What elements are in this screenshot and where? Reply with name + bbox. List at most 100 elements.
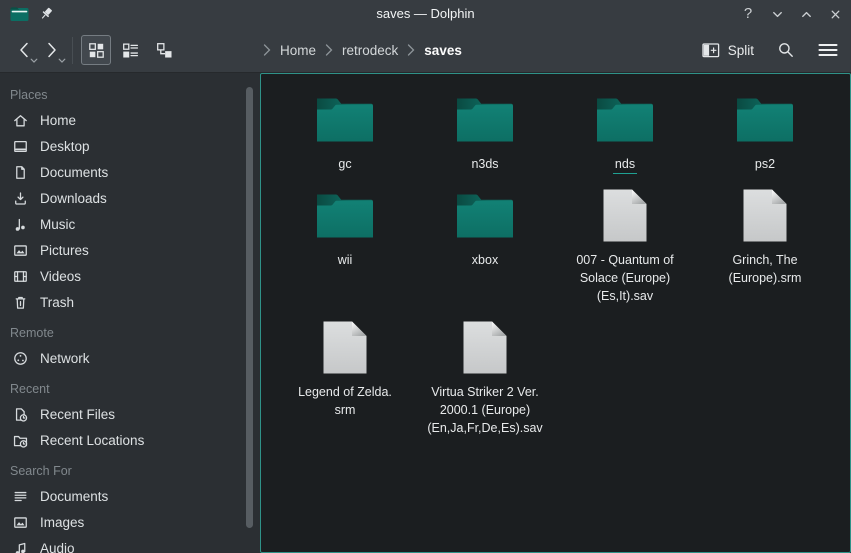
- main-toolbar: Home retrodeck saves Split: [0, 28, 851, 73]
- close-button[interactable]: [827, 6, 843, 22]
- folder-item-wii[interactable]: wii: [275, 183, 415, 305]
- toolbar-separator: [72, 37, 73, 64]
- folder-item-xbox[interactable]: xbox: [415, 183, 555, 305]
- section-header-places: Places: [0, 81, 260, 107]
- places-panel: Places Home Desktop Documents Downloads …: [0, 73, 260, 553]
- folder-view[interactable]: gc n3ds nds ps2 wii xbox: [260, 73, 851, 553]
- file-item-virtua-striker-2[interactable]: Virtua Striker 2 Ver. 2000.1 (Europe) (E…: [415, 315, 555, 437]
- file-item-007-quantum-of-solace[interactable]: 007 - Quantum of Solace (Europe) (Es,It)…: [555, 183, 695, 305]
- tree-view-icon: [156, 42, 173, 59]
- sidebar-item-home[interactable]: Home: [0, 107, 260, 133]
- download-icon: [12, 190, 29, 207]
- music-icon: [12, 540, 29, 553]
- menu-button[interactable]: [818, 42, 838, 58]
- item-label: Grinch, The (Europe).srm: [729, 251, 802, 287]
- sidebar-item-recent-locations[interactable]: Recent Locations: [0, 427, 260, 453]
- sidebar-item-pictures[interactable]: Pictures: [0, 237, 260, 263]
- forward-button[interactable]: [38, 34, 66, 66]
- sidebar-item-recent-files[interactable]: Recent Files: [0, 401, 260, 427]
- item-label: wii: [338, 251, 353, 269]
- breadcrumb-current-saves[interactable]: saves: [424, 43, 462, 58]
- chevron-right-icon: [263, 44, 271, 56]
- sidebar-item-label: Music: [40, 217, 75, 232]
- chevron-right-icon: [407, 44, 415, 56]
- details-view-button[interactable]: [115, 35, 145, 65]
- sidebar-item-label: Home: [40, 113, 76, 128]
- folder-item-n3ds[interactable]: n3ds: [415, 87, 555, 173]
- icons-view-button[interactable]: [81, 35, 111, 65]
- sidebar-item-label: Videos: [40, 269, 81, 284]
- trash-icon: [12, 294, 29, 311]
- chevron-up-icon: [799, 7, 814, 22]
- app-icon: [10, 6, 29, 22]
- folder-icon: [316, 192, 374, 238]
- video-icon: [12, 268, 29, 285]
- maximize-button[interactable]: [798, 6, 814, 22]
- icons-view-icon: [88, 42, 105, 59]
- help-button[interactable]: ?: [740, 6, 756, 22]
- music-icon: [12, 216, 29, 233]
- sidebar-item-label: Desktop: [40, 139, 90, 154]
- sidebar-item-label: Audio: [40, 541, 75, 553]
- breadcrumb-retrodeck[interactable]: retrodeck: [342, 43, 398, 58]
- sidebar-item-label: Downloads: [40, 191, 107, 206]
- file-icon: [602, 188, 648, 243]
- item-label: gc: [338, 155, 351, 173]
- file-icon: [322, 320, 368, 375]
- item-label: xbox: [472, 251, 498, 269]
- section-header-remote: Remote: [0, 319, 260, 345]
- sidebar-item-label: Recent Files: [40, 407, 115, 422]
- details-view-icon: [122, 42, 139, 59]
- sidebar-item-videos[interactable]: Videos: [0, 263, 260, 289]
- sidebar-item-label: Images: [40, 515, 84, 530]
- folder-item-gc[interactable]: gc: [275, 87, 415, 173]
- file-icon: [742, 188, 788, 243]
- folder-icon: [596, 96, 654, 142]
- close-icon: [828, 7, 843, 22]
- sidebar-item-documents[interactable]: Documents: [0, 159, 260, 185]
- window-title: saves — Dolphin: [0, 0, 851, 28]
- chevron-down-icon: [770, 7, 785, 22]
- minimize-button[interactable]: [769, 6, 785, 22]
- search-button[interactable]: [777, 41, 795, 59]
- item-label: nds: [613, 155, 637, 173]
- sidebar-item-label: Recent Locations: [40, 433, 144, 448]
- network-icon: [12, 350, 29, 367]
- pin-icon[interactable]: [38, 6, 54, 22]
- back-button[interactable]: [10, 34, 38, 66]
- sidebar-item-search-documents[interactable]: Documents: [0, 483, 260, 509]
- file-icon: [462, 320, 508, 375]
- item-label: Virtua Striker 2 Ver. 2000.1 (Europe) (E…: [427, 383, 542, 437]
- folder-item-ps2[interactable]: ps2: [695, 87, 835, 173]
- sidebar-item-trash[interactable]: Trash: [0, 289, 260, 315]
- breadcrumb-home[interactable]: Home: [280, 43, 316, 58]
- tree-view-button[interactable]: [149, 35, 179, 65]
- item-label: Legend of Zelda. srm: [298, 383, 392, 419]
- sidebar-item-label: Documents: [40, 489, 108, 504]
- sidebar-scrollbar[interactable]: [246, 87, 253, 528]
- dolphin-window: saves — Dolphin ?: [0, 0, 851, 553]
- home-icon: [12, 112, 29, 129]
- split-button-label: Split: [728, 43, 754, 58]
- split-button[interactable]: Split: [702, 43, 754, 58]
- file-item-grinch-the-europe[interactable]: Grinch, The (Europe).srm: [695, 183, 835, 305]
- sidebar-item-search-audio[interactable]: Audio: [0, 535, 260, 553]
- split-view-icon: [702, 43, 720, 58]
- image-icon: [12, 514, 29, 531]
- file-item-legend-of-zelda[interactable]: Legend of Zelda. srm: [275, 315, 415, 437]
- search-icon: [777, 41, 795, 59]
- sidebar-item-network[interactable]: Network: [0, 345, 260, 371]
- sidebar-item-desktop[interactable]: Desktop: [0, 133, 260, 159]
- hamburger-menu-icon: [818, 42, 838, 58]
- recent-folder-icon: [12, 432, 29, 449]
- chevron-right-icon: [325, 44, 333, 56]
- sidebar-item-label: Trash: [40, 295, 74, 310]
- sidebar-item-downloads[interactable]: Downloads: [0, 185, 260, 211]
- breadcrumb: Home retrodeck saves: [263, 28, 462, 72]
- sidebar-item-search-images[interactable]: Images: [0, 509, 260, 535]
- sidebar-item-music[interactable]: Music: [0, 211, 260, 237]
- image-icon: [12, 242, 29, 259]
- titlebar[interactable]: saves — Dolphin ?: [0, 0, 851, 28]
- folder-item-nds[interactable]: nds: [555, 87, 695, 173]
- recent-file-icon: [12, 406, 29, 423]
